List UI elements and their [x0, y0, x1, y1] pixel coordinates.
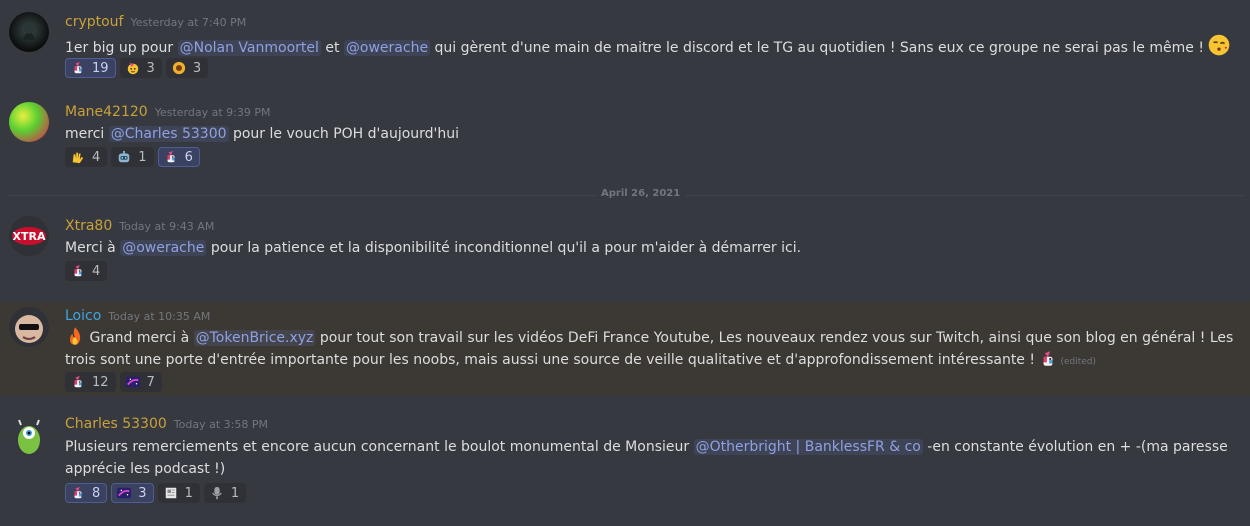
timestamp: Yesterday at 7:40 PM: [130, 16, 247, 29]
unicorn-icon: [71, 61, 85, 75]
message-xtra80: XTRA Xtra80 Today at 9:43 AM Merci à @ow…: [0, 204, 1250, 300]
message-charles-53300: Charles 53300 Today at 3:58 PM Plusieurs…: [0, 404, 1250, 526]
username[interactable]: Xtra80: [65, 218, 112, 234]
raised-hands-icon: [71, 150, 85, 164]
reactions: 4: [65, 261, 108, 281]
message-mane42120: Mane42120 Yesterday at 9:39 PM merci @Ch…: [0, 90, 1250, 180]
newspaper-icon: [164, 486, 178, 500]
mention[interactable]: @owerache: [343, 40, 431, 56]
fire-emoji: [65, 326, 85, 346]
message-loico: Loico Today at 10:35 AM Grand merci à @T…: [0, 302, 1250, 395]
mention[interactable]: @owerache: [120, 240, 207, 256]
unicorn-icon: [164, 150, 178, 164]
reaction-raised-hands[interactable]: 4: [65, 147, 108, 167]
reaction-unicorn[interactable]: 12: [65, 372, 116, 392]
timestamp: Today at 10:35 AM: [108, 310, 211, 323]
galaxy-icon: [126, 375, 140, 389]
reaction-party-face[interactable]: 3: [119, 58, 162, 78]
avatar[interactable]: [9, 307, 49, 347]
mention[interactable]: @TokenBrice.xyz: [193, 330, 316, 346]
username[interactable]: Loico: [65, 308, 101, 324]
reaction-sunflower[interactable]: 3: [165, 58, 209, 78]
edited-label: (edited): [1060, 357, 1096, 367]
username[interactable]: Mane42120: [65, 104, 148, 120]
reactions: 19 3 3: [65, 58, 209, 78]
mention[interactable]: @Charles 53300: [108, 126, 229, 142]
avatar[interactable]: XTRA: [9, 216, 49, 256]
reaction-newspaper[interactable]: 1: [157, 483, 200, 503]
reaction-microphone[interactable]: 1: [203, 483, 247, 503]
timestamp: Today at 9:43 AM: [119, 220, 215, 233]
reaction-galaxy[interactable]: 7: [119, 372, 162, 392]
reaction-robot[interactable]: 1: [111, 147, 154, 167]
unicorn-icon: [71, 264, 85, 278]
reaction-unicorn[interactable]: 6: [157, 147, 200, 167]
username[interactable]: Charles 53300: [65, 416, 167, 432]
kissing-heart-emoji: [1208, 34, 1230, 56]
message-cryptouf: cryptouf Yesterday at 7:40 PM 1er big up…: [0, 0, 1250, 90]
message-content: Grand merci à @TokenBrice.xyz pour tout …: [65, 326, 1235, 373]
unicorn-emoji: [1039, 350, 1057, 368]
reaction-unicorn[interactable]: 4: [65, 261, 108, 281]
avatar[interactable]: [9, 12, 49, 52]
robot-icon: [117, 150, 131, 164]
unicorn-icon: [71, 375, 85, 389]
mention[interactable]: @Nolan Vanmoortel: [177, 40, 321, 56]
message-content: 1er big up pour @Nolan Vanmoortel et @ow…: [65, 34, 1235, 59]
date-divider-label: April 26, 2021: [595, 188, 687, 199]
party-face-icon: [126, 61, 140, 75]
timestamp: Today at 3:58 PM: [173, 418, 268, 431]
message-content: merci @Charles 53300 pour le vouch POH d…: [65, 126, 460, 142]
sunflower-icon: [172, 61, 186, 75]
mention[interactable]: @Otherbright | BanklessFR & co: [693, 439, 923, 455]
timestamp: Yesterday at 9:39 PM: [154, 106, 271, 119]
svg-text:XTRA: XTRA: [13, 230, 46, 243]
avatar[interactable]: [9, 102, 49, 142]
reaction-galaxy[interactable]: 3: [111, 483, 154, 503]
username[interactable]: cryptouf: [65, 14, 123, 30]
reactions: 8 3 1 1: [65, 483, 247, 503]
message-content: Merci à @owerache pour la patience et la…: [65, 240, 802, 256]
microphone-icon: [210, 486, 224, 500]
reaction-unicorn[interactable]: 19: [65, 58, 116, 78]
message-content: Plusieurs remerciements et encore aucun …: [65, 439, 1228, 477]
unicorn-icon: [71, 486, 85, 500]
reactions: 12 7: [65, 372, 162, 392]
reactions: 4 1 6: [65, 147, 200, 167]
reaction-unicorn[interactable]: 8: [65, 483, 108, 503]
galaxy-icon: [117, 486, 131, 500]
avatar[interactable]: [9, 416, 49, 456]
